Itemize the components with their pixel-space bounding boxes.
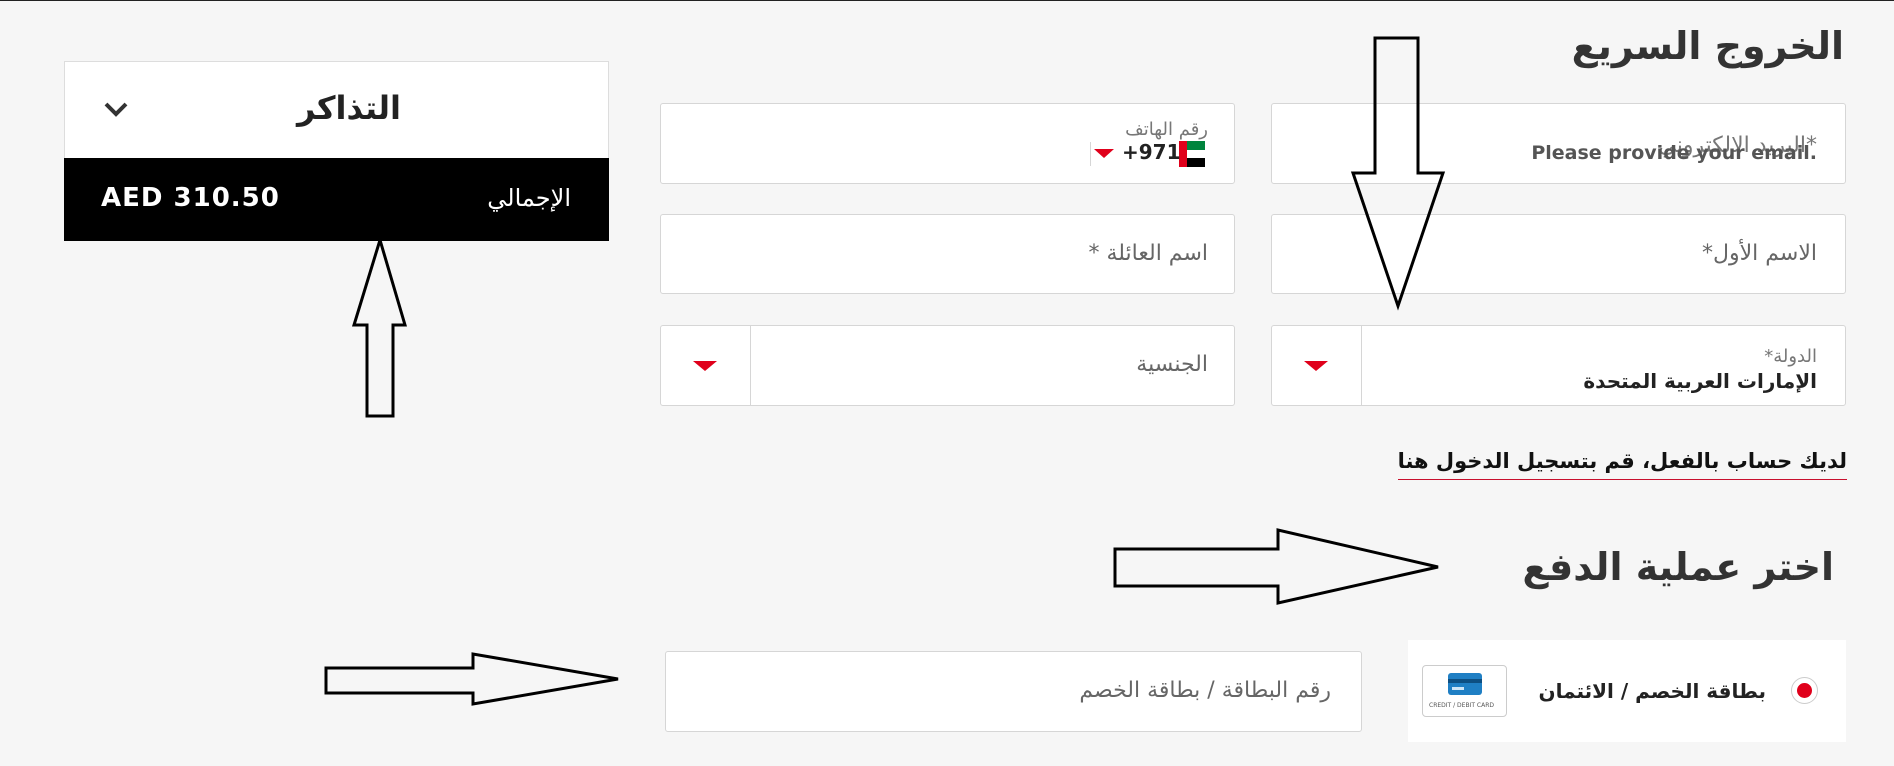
dropdown-caret-icon[interactable] [1304,361,1328,371]
total-value: AED 310.50 [101,183,280,213]
country-select[interactable]: الدولة* الإمارات العربية المتحدة [1271,325,1846,406]
radio-selected-icon[interactable] [1791,677,1818,704]
card-number-placeholder: رقم البطاقة / بطاقة الخصم [1079,678,1331,703]
country-separator [1361,326,1362,405]
annotation-arrow-right-icon [1113,528,1439,605]
payment-option-card[interactable]: بطاقة الخصم / الائتمان CREDIT / DEBIT CA… [1408,640,1846,742]
login-link[interactable]: لديك حساب بالفعل، قم بتسجيل الدخول هنا [1397,449,1847,480]
annotation-arrow-right-icon [324,652,619,706]
tickets-header[interactable]: التذاكر [64,61,609,160]
uae-flag-icon [1179,141,1205,167]
phone-separator [1090,142,1091,166]
nationality-placeholder: الجنسية [1136,352,1208,377]
payment-option-label: بطاقة الخصم / الائتمان [1538,679,1767,703]
checkout-title: الخروج السريع [1571,24,1844,68]
country-value: الإمارات العربية المتحدة [1583,369,1817,393]
total-label: الإجمالي [487,184,571,212]
dropdown-caret-icon[interactable] [1094,149,1114,158]
dropdown-caret-icon[interactable] [693,361,717,371]
email-error-text: Please provide your email. [1531,142,1817,164]
nationality-separator [750,326,751,405]
card-badge-text: CREDIT / DEBIT CARD [1429,702,1494,709]
first-name-placeholder: الاسم الأول* [1702,241,1817,266]
email-field[interactable]: *البريد الالكتروني Please provide your e… [1271,103,1846,184]
phone-label: رقم الهاتف [1125,119,1208,140]
nationality-select[interactable]: الجنسية [660,325,1235,406]
tickets-summary: التذاكر الإجمالي AED 310.50 [64,61,609,241]
annotation-arrow-up-icon [351,234,408,418]
phone-field[interactable]: رقم الهاتف +971 [660,103,1235,184]
card-number-field[interactable]: رقم البطاقة / بطاقة الخصم [665,651,1362,732]
first-name-field[interactable]: الاسم الأول* [1271,214,1846,294]
last-name-field[interactable]: اسم العائلة * [660,214,1235,294]
payment-title: اختر عملية الدفع [1522,545,1834,589]
credit-card-icon: CREDIT / DEBIT CARD [1422,665,1507,717]
last-name-placeholder: اسم العائلة * [1088,241,1208,266]
phone-country-code[interactable]: +971 [1122,140,1181,164]
top-border [0,0,1894,1]
chevron-down-icon[interactable] [103,100,129,118]
tickets-title: التذاكر [297,89,402,127]
country-label: الدولة* [1764,346,1817,367]
total-bar: الإجمالي AED 310.50 [64,158,609,241]
